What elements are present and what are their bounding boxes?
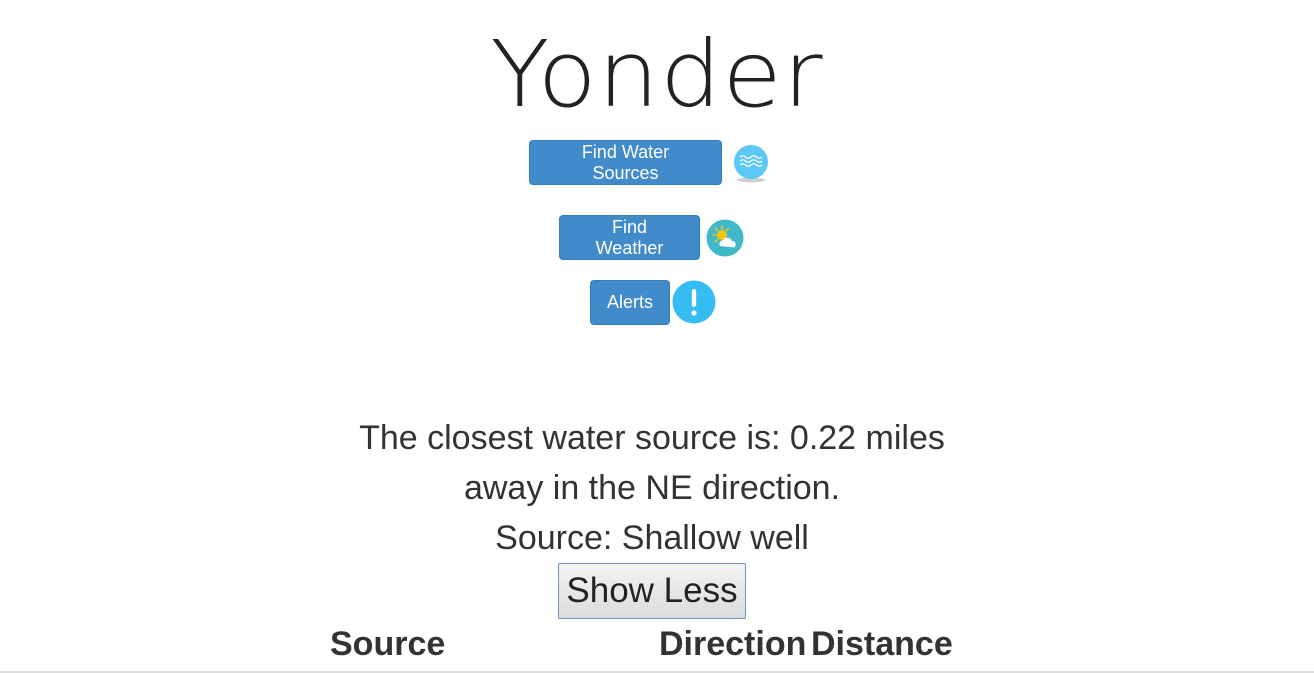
closest-water-summary: The closest water source is: 0.22 miles … xyxy=(340,413,964,563)
find-water-sources-button[interactable]: Find Water Sources xyxy=(529,140,722,185)
summary-line-direction: away in the NE direction. xyxy=(463,469,841,507)
exclamation-icon xyxy=(672,280,716,324)
summary-line-source: Source: Shallow well xyxy=(495,519,809,557)
app-logo: Yonder xyxy=(490,21,824,128)
summary-line-distance: The closest water source is: 0.22 miles xyxy=(359,419,945,457)
page: Yonder Find Water Sources Find Weather A… xyxy=(0,0,1314,673)
column-header-direction: Direction xyxy=(659,625,807,663)
column-header-source: Source xyxy=(330,625,446,663)
find-weather-button[interactable]: Find Weather xyxy=(559,215,700,260)
show-less-button[interactable]: Show Less xyxy=(558,563,746,619)
column-header-distance: Distance xyxy=(811,625,953,663)
alerts-button[interactable]: Alerts xyxy=(590,280,670,325)
water-waves-icon xyxy=(734,145,768,183)
sun-cloud-icon xyxy=(706,219,744,257)
